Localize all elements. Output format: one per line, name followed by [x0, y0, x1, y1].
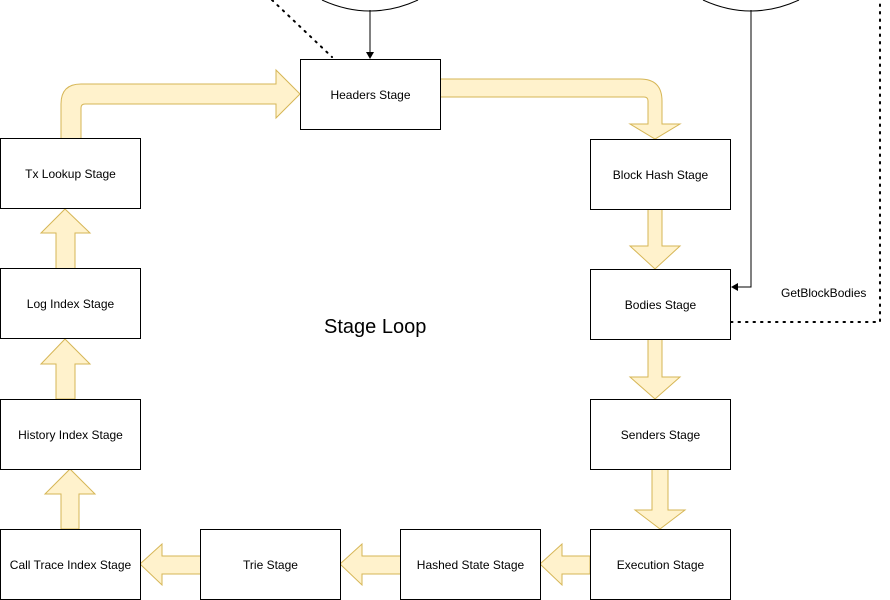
- stage-label: Trie Stage: [243, 557, 298, 572]
- flow-arrow-senders-to-execution: [633, 468, 687, 530]
- stage-label: History Index Stage: [18, 427, 123, 442]
- connector-headers-input: [366, 10, 374, 59]
- flow-arrow-hashed-state-to-trie: [339, 542, 402, 587]
- stage-headers[interactable]: Headers Stage: [300, 59, 441, 130]
- stage-label: Bodies Stage: [624, 297, 697, 312]
- flow-arrow-execution-to-hashed-state: [539, 542, 591, 587]
- stage-label: Log Index Stage: [26, 296, 115, 311]
- stage-bodies[interactable]: Bodies Stage: [590, 269, 731, 340]
- diagram-title: Stage Loop: [324, 316, 427, 338]
- flow-arrow-headers-to-block-hash: [439, 78, 682, 140]
- arrowhead-icon: [731, 283, 738, 291]
- peer-node-ellipse-left: [321, 0, 419, 12]
- stage-log-index[interactable]: Log Index Stage: [0, 268, 141, 339]
- connector-get-block-bodies: [730, 0, 881, 323]
- stage-label: Hashed State Stage: [416, 557, 525, 572]
- arrowhead-icon: [366, 52, 374, 59]
- stage-execution[interactable]: Execution Stage: [590, 529, 731, 600]
- flow-arrow-history-index-to-log-index: [39, 338, 92, 400]
- stage-label: Call Trace Index Stage: [9, 557, 132, 572]
- flow-arrow-block-hash-to-bodies: [628, 208, 682, 270]
- stage-hashed-state[interactable]: Hashed State Stage: [400, 529, 541, 600]
- connector-label-get-block-bodies: GetBlockBodies: [781, 286, 867, 300]
- stage-label: Block Hash Stage: [612, 167, 709, 182]
- flow-arrow-trie-to-call-trace-index: [139, 542, 202, 587]
- stage-label: Tx Lookup Stage: [25, 166, 116, 181]
- stage-label: Senders Stage: [620, 427, 701, 442]
- stage-tx-lookup[interactable]: Tx Lookup Stage: [0, 138, 141, 209]
- stage-trie[interactable]: Trie Stage: [200, 529, 341, 600]
- flow-arrow-bodies-to-senders: [628, 338, 682, 400]
- connector-headers-dotted: [271, 0, 333, 58]
- flow-arrow-log-index-to-tx-lookup: [39, 208, 92, 270]
- peer-node-ellipse-right: [702, 0, 800, 12]
- stage-call-trace-index[interactable]: Call Trace Index Stage: [0, 529, 141, 600]
- stage-history-index[interactable]: History Index Stage: [0, 399, 141, 470]
- stage-label: Headers Stage: [330, 87, 411, 102]
- stage-senders[interactable]: Senders Stage: [590, 399, 731, 470]
- connector-bodies-input: [731, 10, 752, 291]
- flow-arrow-tx-lookup-to-headers: [60, 68, 301, 140]
- flow-arrow-call-trace-to-history-index: [43, 468, 97, 530]
- stage-block-hash[interactable]: Block Hash Stage: [590, 139, 731, 210]
- stage-label: Execution Stage: [616, 557, 705, 572]
